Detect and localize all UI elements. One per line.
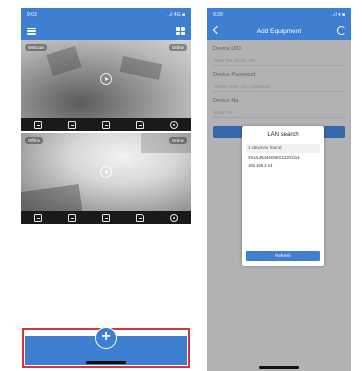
refresh-button[interactable]: Refresh: [246, 251, 320, 261]
top-bar: Add Equipment: [207, 22, 351, 40]
top-bar: [21, 22, 191, 40]
settings-icon[interactable]: [170, 120, 178, 129]
play-icon[interactable]: [100, 73, 112, 85]
camera-toolbar-2: [21, 211, 191, 224]
settings-icon[interactable]: [170, 213, 178, 222]
lan-search-dialog: LAN search 1 devices found XSUL38444K8KG…: [242, 126, 324, 266]
status-indicators: ..ıl ▾ ■: [331, 12, 345, 18]
camera-name-label: Offline: [25, 137, 44, 144]
device-list-item[interactable]: XSUL38444K8KG12J01114 192.168.2.14: [242, 155, 324, 169]
camera-name-label: Webcam: [25, 44, 48, 51]
status-indicators: ..ıl 4G ■: [167, 12, 185, 18]
device-ip-text: 192.168.2.14: [248, 163, 273, 168]
status-bar: 9:29 ..ıl ▾ ■: [207, 8, 351, 22]
camera-status-badge: Online: [168, 137, 187, 144]
camera-status-badge: Online: [168, 44, 187, 51]
menu-icon[interactable]: [27, 27, 36, 35]
add-device-highlight: +: [22, 327, 190, 368]
camera-feed-1[interactable]: Webcam Online: [21, 40, 191, 118]
status-time: 9:29: [213, 12, 223, 18]
camera-list-screen: 9:03 ..ıl 4G ■ Webcam Online Offline Onl…: [21, 8, 191, 371]
device-id-text: XSUL38444K8KG12J01114: [248, 155, 300, 160]
calendar-icon[interactable]: [34, 120, 42, 129]
message-icon[interactable]: [68, 213, 76, 222]
tablet-icon[interactable]: [102, 120, 110, 129]
tablet-icon[interactable]: [102, 213, 110, 222]
devices-found-count: 1 devices found: [246, 144, 320, 153]
folder-icon[interactable]: [136, 120, 144, 129]
add-equipment-screen: 9:29 ..ıl ▾ ■ Add Equipment Device UID E…: [207, 8, 351, 371]
status-time: 9:03: [27, 12, 37, 18]
page-title: Add Equipment: [256, 27, 302, 35]
back-icon[interactable]: [212, 25, 222, 35]
camera-feed-2[interactable]: Offline Online: [21, 133, 191, 211]
camera-toolbar-1: [21, 118, 191, 131]
folder-icon[interactable]: [136, 213, 144, 222]
status-bar: 9:03 ..ıl 4G ■: [21, 8, 191, 22]
message-icon[interactable]: [68, 120, 76, 129]
refresh-icon[interactable]: [337, 26, 346, 35]
dialog-title: LAN search: [267, 132, 299, 138]
home-indicator: [259, 366, 299, 369]
play-icon[interactable]: [100, 166, 112, 178]
calendar-icon[interactable]: [34, 213, 42, 222]
layout-grid-icon[interactable]: [176, 27, 185, 35]
home-indicator: [86, 361, 126, 364]
add-device-button[interactable]: +: [95, 327, 117, 349]
